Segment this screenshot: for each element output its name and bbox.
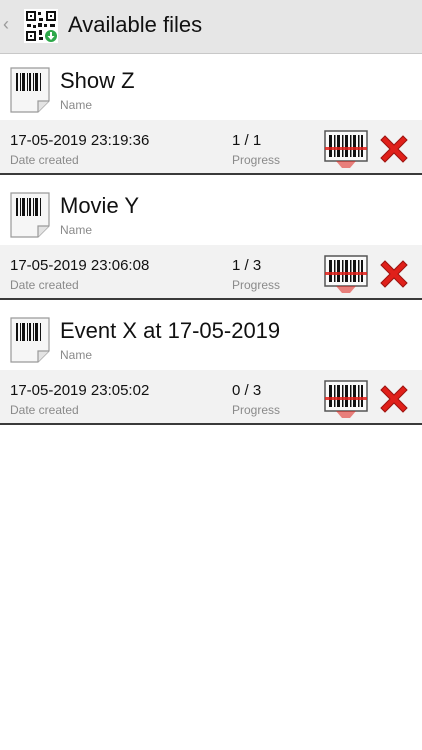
file-entry[interactable]: Show Z Name 17-05-2019 23:19:36 Date cre…	[0, 54, 422, 179]
file-info-row: 17-05-2019 23:05:02 Date created 0 / 3 P…	[0, 370, 422, 425]
name-caption: Name	[60, 223, 93, 237]
file-info-row: 17-05-2019 23:19:36 Date created 1 / 1 P…	[0, 120, 422, 175]
name-caption: Name	[60, 348, 93, 362]
qr-code-icon	[24, 9, 58, 43]
file-name: Movie Y	[60, 193, 140, 218]
progress-caption: Progress	[232, 403, 281, 417]
delete-icon[interactable]	[377, 257, 411, 291]
barcode-scan-icon[interactable]	[324, 255, 368, 293]
name-caption: Name	[60, 98, 93, 112]
barcode-file-icon	[10, 192, 50, 238]
barcode-file-icon	[10, 67, 50, 113]
progress-value: 1 / 3	[232, 257, 262, 274]
delete-icon[interactable]	[377, 382, 411, 416]
date-created-value: 17-05-2019 23:05:02	[10, 382, 150, 399]
progress-value: 1 / 1	[232, 132, 262, 149]
file-name: Event X at 17-05-2019	[60, 318, 281, 343]
date-created-value: 17-05-2019 23:19:36	[10, 132, 150, 149]
progress-caption: Progress	[232, 153, 281, 167]
app-header: ‹ Available files	[0, 0, 422, 54]
date-created-value: 17-05-2019 23:06:08	[10, 257, 150, 274]
progress-caption: Progress	[232, 278, 281, 292]
date-created-caption: Date created	[10, 278, 79, 292]
chevron-left-icon[interactable]: ‹	[3, 14, 9, 35]
progress-value: 0 / 3	[232, 382, 262, 399]
barcode-scan-icon[interactable]	[324, 130, 368, 168]
delete-icon[interactable]	[377, 132, 411, 166]
file-info-row: 17-05-2019 23:06:08 Date created 1 / 3 P…	[0, 245, 422, 300]
barcode-scan-icon[interactable]	[324, 380, 368, 418]
file-entry[interactable]: Movie Y Name 17-05-2019 23:06:08 Date cr…	[0, 179, 422, 304]
page-title: Available files	[68, 12, 203, 37]
date-created-caption: Date created	[10, 153, 79, 167]
date-created-caption: Date created	[10, 403, 79, 417]
barcode-file-icon	[10, 317, 50, 363]
file-name: Show Z	[60, 68, 135, 93]
file-entry[interactable]: Event X at 17-05-2019 Name 17-05-2019 23…	[0, 304, 422, 429]
